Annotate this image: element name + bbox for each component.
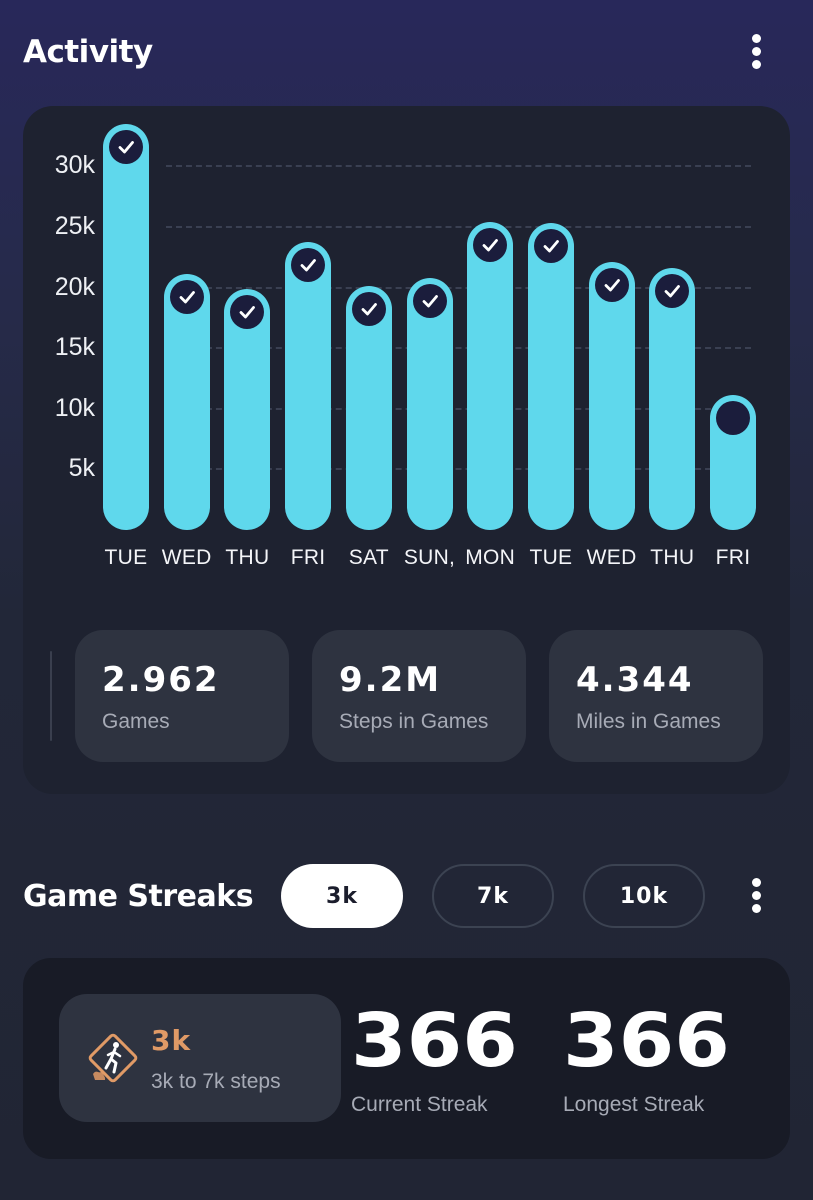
stat-value: 4.344 <box>576 660 694 700</box>
x-tick-label: WED <box>586 546 637 569</box>
x-tick-label: THU <box>650 546 695 569</box>
gridline <box>166 165 751 168</box>
scroll-indicator <box>50 651 52 741</box>
y-tick-label: 20k <box>54 272 95 301</box>
x-tick-label: TUE <box>529 546 573 569</box>
goal-check-icon <box>169 280 204 315</box>
bar-fri-10[interactable] <box>710 395 756 530</box>
x-tick-label: WED <box>161 546 212 569</box>
longest-streak-label: Longest Streak <box>563 1093 705 1116</box>
bar-tue-7[interactable] <box>527 223 574 530</box>
streak-level-name: 3k <box>151 1024 192 1057</box>
bar-sat-4[interactable] <box>345 286 392 530</box>
goal-check-icon <box>291 247 326 282</box>
gridline <box>166 226 751 228</box>
x-tick-label: SUN, <box>403 546 456 569</box>
bar-thu-2[interactable] <box>224 288 271 530</box>
stat-value: 2.962 <box>102 660 220 700</box>
bar-wed-1[interactable] <box>163 274 210 530</box>
goal-check-icon <box>351 292 386 327</box>
goal-check-icon <box>109 130 143 164</box>
stat-card-miles: 4.344 Miles in Games <box>549 630 763 762</box>
y-tick-label: 25k <box>54 212 95 240</box>
longest-streak-value: 366 <box>563 998 730 1084</box>
x-tick-label: SAT <box>348 546 389 569</box>
streak-card: 3k 3k to 7k steps 366 Current Streak 366… <box>23 958 790 1159</box>
stat-card-steps: 9.2M Steps in Games <box>312 630 526 762</box>
goal-check-icon <box>594 268 629 303</box>
section-title-game-streaks: Game Streaks <box>23 879 254 914</box>
stat-card-games: 2.962 Games <box>75 630 289 762</box>
y-tick-label: 5k <box>68 454 95 483</box>
x-tick-label: FRI <box>290 546 326 569</box>
bar-tue-0[interactable] <box>103 124 149 530</box>
stat-label: Miles in Games <box>576 710 721 733</box>
current-streak-value: 366 <box>351 998 518 1084</box>
streak-level-range: 3k to 7k steps <box>151 1070 281 1093</box>
tab-3k[interactable]: 3k <box>281 864 403 928</box>
stat-label: Games <box>102 710 170 733</box>
current-streak-label: Current Streak <box>351 1093 488 1116</box>
tab-10k[interactable]: 10k <box>583 864 705 928</box>
goal-check-icon <box>533 229 568 264</box>
bar-sun-5[interactable] <box>406 277 453 530</box>
bar-wed-8[interactable] <box>588 262 635 530</box>
page-title: Activity <box>23 34 153 70</box>
stat-label: Steps in Games <box>339 710 489 733</box>
stat-value: 9.2M <box>339 660 442 700</box>
x-tick-label: FRI <box>715 546 751 569</box>
y-tick-label: 10k <box>54 393 95 422</box>
x-tick-label: TUE <box>104 546 148 569</box>
more-options-icon[interactable] <box>750 34 762 72</box>
y-tick-label: 30k <box>54 151 95 180</box>
walking-person-sign-icon <box>88 1033 138 1083</box>
tab-7k[interactable]: 7k <box>432 864 554 928</box>
bar-mon-6[interactable] <box>467 222 514 530</box>
streak-level-badge[interactable]: 3k 3k to 7k steps <box>59 994 341 1122</box>
more-options-icon[interactable] <box>750 878 762 916</box>
bar-fri-3[interactable] <box>285 241 332 530</box>
goal-check-icon <box>655 274 690 309</box>
goal-check-icon <box>230 294 265 329</box>
bar-thu-9[interactable] <box>649 268 696 530</box>
goal-check-icon <box>473 228 508 263</box>
progress-dot-icon <box>716 401 750 436</box>
x-tick-label: MON <box>465 546 516 569</box>
activity-chart-card: 30k 25k 20k 15k 10k 5k TUE WED THU FRI SAT SUN, MON T… <box>23 106 790 794</box>
y-tick-label: 15k <box>54 333 95 362</box>
goal-check-icon <box>412 283 447 318</box>
x-tick-label: THU <box>225 546 270 569</box>
